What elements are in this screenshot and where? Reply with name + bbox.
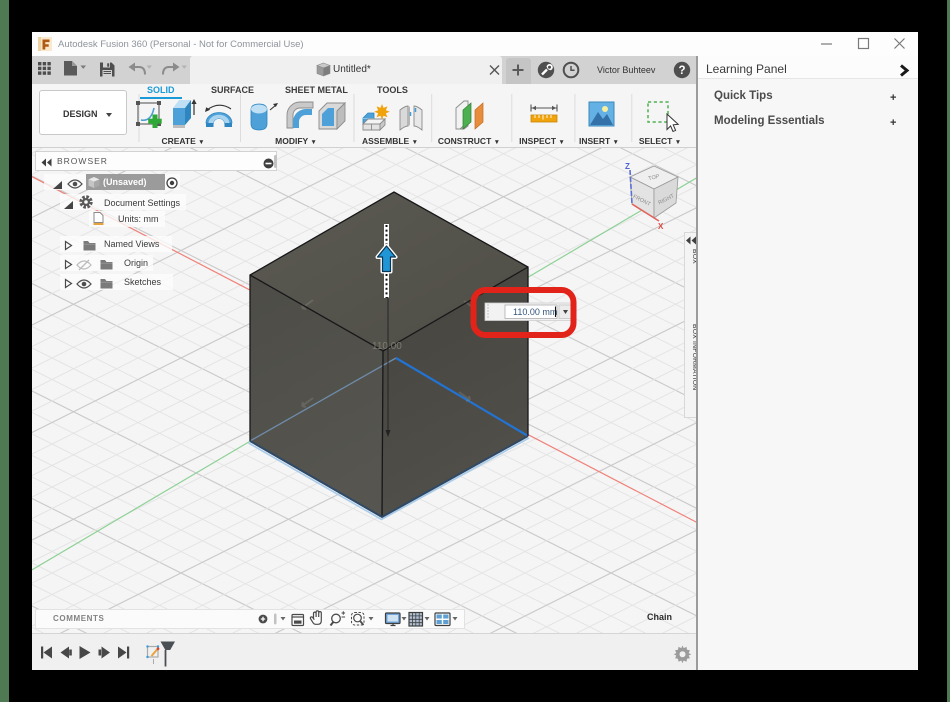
svg-text:110.00: 110.00 — [372, 341, 402, 352]
svg-text:Z: Z — [625, 162, 630, 171]
svg-text:X: X — [658, 222, 664, 231]
svg-text:?: ? — [678, 65, 685, 77]
svg-text:110.00 mm: 110.00 mm — [513, 307, 557, 317]
